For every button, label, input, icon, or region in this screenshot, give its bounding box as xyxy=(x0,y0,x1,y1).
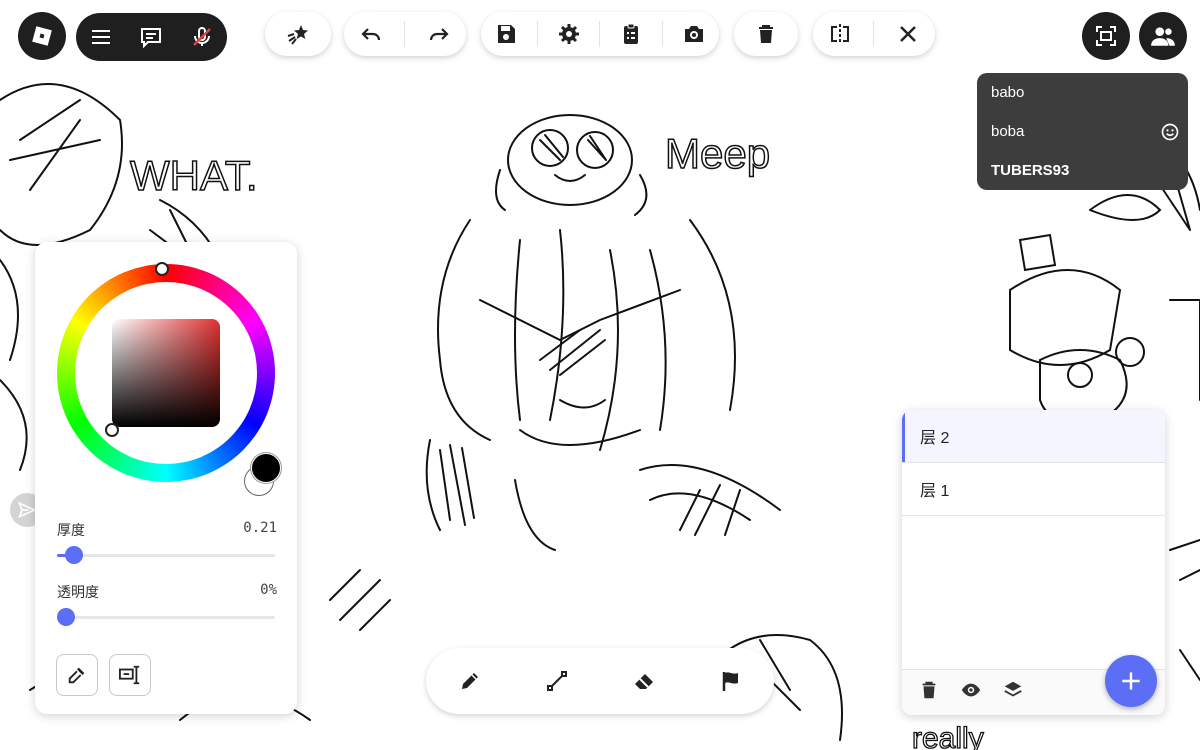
layer-stack-button[interactable] xyxy=(1002,679,1024,706)
layer-item[interactable]: 层 2 xyxy=(902,410,1165,463)
undo-button[interactable] xyxy=(351,14,391,54)
layer-label: 层 1 xyxy=(920,483,950,500)
canvas-text-meep: Meep xyxy=(665,130,770,177)
hamburger-menu-button[interactable] xyxy=(81,17,121,57)
favorites-group xyxy=(265,12,331,56)
send-arrow-icon xyxy=(18,501,37,519)
camera-icon xyxy=(684,26,703,42)
mirror-button[interactable] xyxy=(820,14,860,54)
redo-button[interactable] xyxy=(419,14,459,54)
effects-button[interactable] xyxy=(278,14,318,54)
divider xyxy=(537,21,539,47)
users-icon xyxy=(1151,27,1175,46)
chat-icon xyxy=(141,28,162,49)
undo-icon xyxy=(361,28,380,41)
flag-tool-button[interactable] xyxy=(711,661,751,701)
roblox-menu-button[interactable] xyxy=(18,12,66,60)
delete-group xyxy=(734,12,798,56)
drawing-tools-bar xyxy=(426,648,774,714)
emoji-smile-icon xyxy=(1161,123,1179,141)
opacity-slider-thumb[interactable] xyxy=(57,608,75,626)
file-group xyxy=(481,12,719,56)
pencil-icon xyxy=(461,673,478,689)
settings-button[interactable] xyxy=(549,14,589,54)
plus-icon xyxy=(1122,672,1140,690)
clear-canvas-button[interactable] xyxy=(746,14,786,54)
system-toolbar xyxy=(76,13,227,61)
player-name: TUBERS93 xyxy=(991,162,1070,179)
pencil-tool-button[interactable] xyxy=(450,661,490,701)
saturation-value-square[interactable] xyxy=(112,319,220,427)
eyedropper-button[interactable] xyxy=(56,654,98,696)
divider xyxy=(404,21,406,47)
eyedropper-icon xyxy=(68,667,85,684)
clipboard-icon xyxy=(624,23,639,44)
players-button[interactable] xyxy=(1139,12,1187,60)
add-layer-button[interactable] xyxy=(1105,655,1157,707)
opacity-value: 0% xyxy=(260,582,277,598)
saturation-handle[interactable] xyxy=(105,423,119,437)
close-icon xyxy=(900,26,917,42)
thickness-row: 厚度 0.21 xyxy=(57,520,277,540)
redo-icon xyxy=(430,28,449,41)
player-name: boba xyxy=(991,123,1025,140)
opacity-label: 透明度 xyxy=(57,584,99,600)
line-segment-icon xyxy=(546,671,567,691)
player-item[interactable]: babo xyxy=(977,73,1188,112)
current-color-swatch[interactable] xyxy=(251,453,281,483)
thickness-slider-thumb[interactable] xyxy=(65,546,84,564)
history-group xyxy=(344,12,466,56)
eye-icon xyxy=(961,683,981,697)
star-sparkle-icon xyxy=(287,25,308,45)
toggle-visibility-button[interactable] xyxy=(960,679,982,706)
canvas-text-what: WHAT. xyxy=(130,152,258,199)
thickness-label: 厚度 xyxy=(57,522,85,538)
text-cursor-icon xyxy=(119,665,140,685)
player-item[interactable]: boba xyxy=(977,112,1188,151)
layer-label: 层 2 xyxy=(920,430,950,447)
divider xyxy=(661,21,663,47)
divider xyxy=(873,21,875,47)
player-name: babo xyxy=(991,84,1025,101)
scan-frame-icon xyxy=(1096,26,1116,46)
line-tool-button[interactable] xyxy=(537,661,577,701)
microphone-button[interactable] xyxy=(182,17,222,57)
microphone-muted-icon xyxy=(192,27,211,46)
trash-icon xyxy=(922,681,936,699)
opacity-row: 透明度 0% xyxy=(57,582,277,602)
gear-icon xyxy=(558,24,579,44)
mirror-icon xyxy=(830,24,849,44)
save-icon xyxy=(498,25,516,43)
thickness-slider[interactable] xyxy=(57,546,275,564)
player-item[interactable]: TUBERS93 xyxy=(977,151,1188,190)
save-button[interactable] xyxy=(486,14,526,54)
center-doodle xyxy=(425,114,781,551)
roblox-logo-icon xyxy=(32,26,52,46)
canvas-text-really: really xyxy=(912,722,984,750)
screenshot-button[interactable] xyxy=(674,14,714,54)
trash-icon xyxy=(759,25,773,43)
opacity-slider[interactable] xyxy=(57,608,275,626)
layer-item[interactable]: 层 1 xyxy=(902,463,1165,516)
chat-button[interactable] xyxy=(131,17,171,57)
eraser-icon xyxy=(634,674,653,689)
color-picker-panel: 厚度 0.21 透明度 0% xyxy=(35,242,297,714)
view-group xyxy=(813,12,935,56)
capture-button[interactable] xyxy=(1082,12,1130,60)
text-tool-button[interactable] xyxy=(109,654,151,696)
hue-handle[interactable] xyxy=(155,262,169,276)
eraser-tool-button[interactable] xyxy=(624,661,664,701)
thickness-value: 0.21 xyxy=(243,520,277,536)
divider xyxy=(599,21,601,47)
layers-icon xyxy=(1004,681,1022,697)
close-button[interactable] xyxy=(888,14,928,54)
checklist-button[interactable] xyxy=(611,14,651,54)
player-list-panel: babo boba TUBERS93 xyxy=(977,73,1188,190)
delete-layer-button[interactable] xyxy=(918,679,940,706)
hamburger-icon xyxy=(92,30,111,44)
flag-icon xyxy=(722,672,738,691)
